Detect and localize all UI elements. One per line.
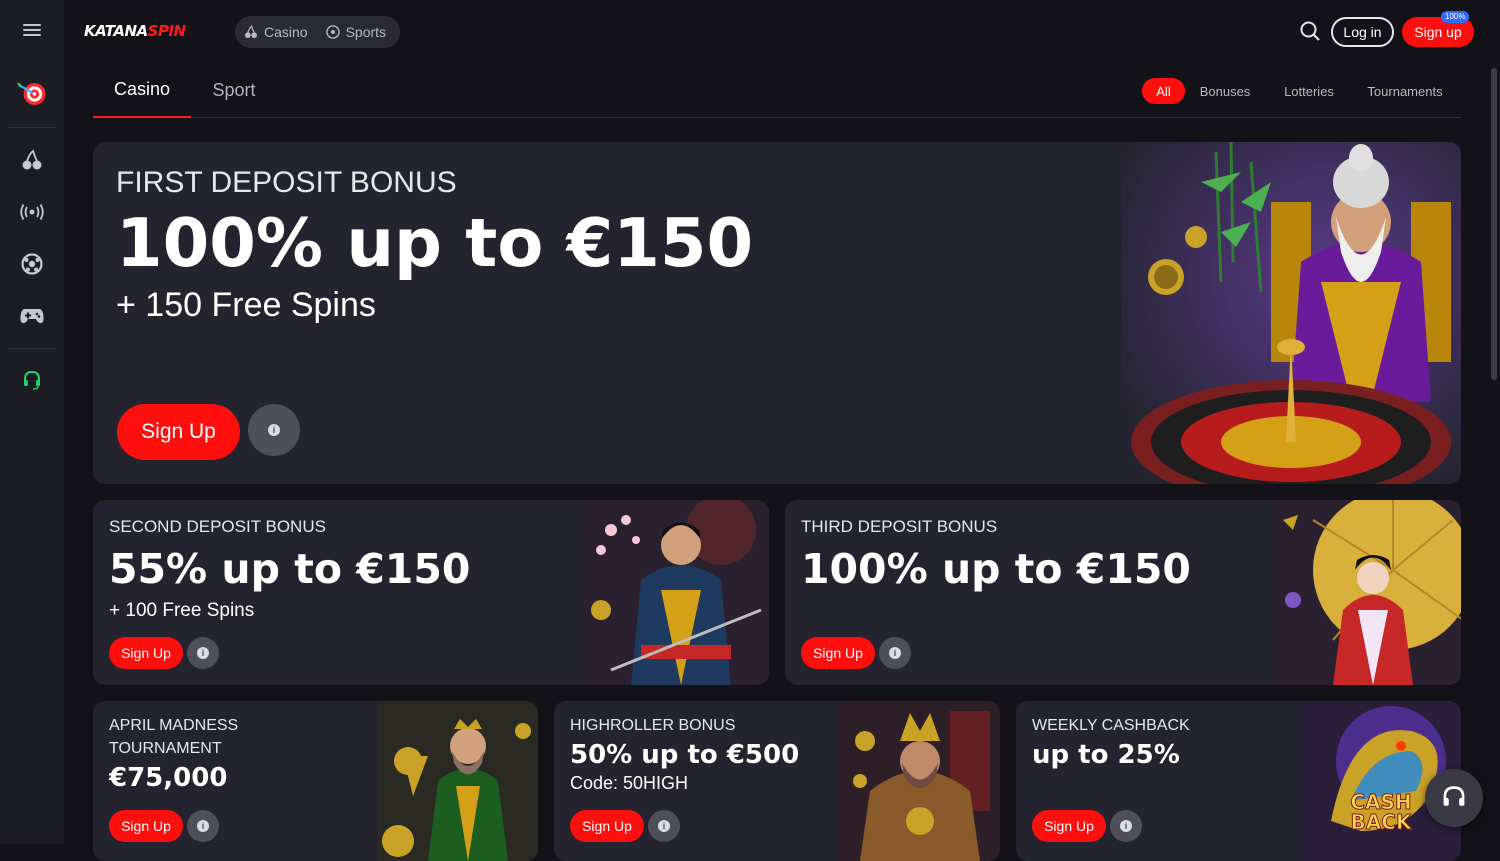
hero-title: FIRST DEPOSIT BONUS [116, 166, 457, 199]
emperor-roulette-art [1121, 142, 1461, 484]
card-title: WEEKLY CASHBACK [1032, 717, 1190, 734]
filter-bonuses[interactable]: Bonuses [1194, 78, 1256, 104]
target-icon[interactable] [16, 78, 48, 110]
info-icon: i [658, 820, 670, 832]
filter-tournaments[interactable]: Tournaments [1361, 78, 1449, 104]
card-title: HIGHROLLER BONUS [570, 717, 736, 734]
sports-switch[interactable]: Sports [317, 16, 395, 48]
signup-badge: 100% [1441, 11, 1470, 23]
card-info-button[interactable]: i [648, 810, 680, 842]
elf-king-art [378, 701, 538, 861]
april-tournament-card: APRIL MADNESS TOURNAMENT €75,000 Sign Up… [93, 701, 538, 861]
second-deposit-card: SECOND DEPOSIT BONUS 55% up to €150 + 10… [93, 500, 769, 685]
headset-icon[interactable] [16, 364, 48, 396]
hero-amount: 100% up to €150 [116, 204, 754, 282]
filter-lotteries[interactable]: Lotteries [1275, 78, 1343, 104]
soccer-ball-icon[interactable] [16, 248, 48, 280]
live-icon[interactable] [16, 196, 48, 228]
card-title-line1: APRIL MADNESS [109, 717, 239, 734]
card-amount: up to 25% [1032, 740, 1180, 770]
card-title-line2: TOURNAMENT [109, 740, 222, 757]
card-amount: €75,000 [109, 763, 228, 793]
info-icon: i [268, 424, 280, 436]
top-bar: KATANASPIN Casino Sports Log in Sign up … [64, 0, 1500, 64]
section-tabs: Casino Sport All Bonuses Lotteries Tourn… [93, 62, 1461, 118]
highroller-bonus-card: HIGHROLLER BONUS 50% up to €500 Code: 50… [554, 701, 1000, 861]
card-code: Code: 50HIGH [570, 773, 689, 793]
info-icon: i [197, 820, 209, 832]
cashback-art-label2: BACK [1351, 810, 1413, 834]
sidebar-divider [8, 127, 56, 128]
headset-icon [1443, 786, 1465, 806]
card-signup-button[interactable]: Sign Up [570, 810, 644, 842]
card-info-button[interactable]: i [187, 637, 219, 669]
card-title: SECOND DEPOSIT BONUS [109, 517, 326, 536]
tab-casino[interactable]: Casino [93, 62, 191, 118]
card-signup-button[interactable]: Sign Up [1032, 810, 1106, 842]
gamepad-icon[interactable] [16, 300, 48, 332]
info-icon: i [197, 647, 209, 659]
samurai-art [581, 500, 769, 685]
sidebar-divider [8, 348, 56, 349]
filter-all[interactable]: All [1142, 78, 1185, 104]
product-switcher: Casino Sports [235, 16, 400, 48]
support-chat-button[interactable] [1425, 769, 1483, 827]
card-signup-button[interactable]: Sign Up [109, 810, 183, 842]
first-deposit-card: FIRST DEPOSIT BONUS 100% up to €150 + 15… [93, 142, 1461, 484]
casino-switch[interactable]: Casino [235, 16, 317, 48]
geisha-umbrella-art [1273, 500, 1461, 685]
card-free-spins: + 100 Free Spins [109, 600, 255, 621]
login-button[interactable]: Log in [1331, 17, 1394, 47]
info-icon: i [889, 647, 901, 659]
card-info-button[interactable]: i [187, 810, 219, 842]
hero-info-button[interactable]: i [248, 404, 300, 456]
menu-icon[interactable] [16, 14, 48, 46]
card-amount: 50% up to €500 [570, 740, 800, 770]
scrollbar[interactable] [1491, 68, 1497, 380]
cherry-icon [244, 25, 258, 39]
card-signup-button[interactable]: Sign Up [801, 637, 875, 669]
weekly-cashback-card: CASH BACK WEEKLY CASHBACK up to 25% Sign… [1016, 701, 1461, 861]
logo[interactable]: KATANASPIN [84, 22, 186, 40]
sports-switch-label: Sports [345, 24, 387, 40]
search-icon[interactable] [1300, 21, 1320, 46]
card-title: THIRD DEPOSIT BONUS [801, 517, 998, 536]
cherry-icon[interactable] [16, 144, 48, 176]
third-deposit-card: THIRD DEPOSIT BONUS 100% up to €150 Sign… [785, 500, 1461, 685]
info-icon: i [1120, 820, 1132, 832]
hero-free-spins: + 150 Free Spins [116, 286, 376, 324]
card-signup-button[interactable]: Sign Up [109, 637, 183, 669]
card-info-button[interactable]: i [1110, 810, 1142, 842]
card-amount: 55% up to €150 [109, 545, 471, 593]
sidebar [0, 0, 64, 844]
card-amount: 100% up to €150 [801, 545, 1191, 593]
casino-switch-label: Casino [264, 24, 308, 40]
soccer-ball-icon [325, 25, 340, 39]
tab-sport[interactable]: Sport [191, 62, 277, 118]
card-info-button[interactable]: i [879, 637, 911, 669]
hero-signup-button[interactable]: Sign Up [117, 404, 240, 460]
warrior-king-art [840, 701, 1000, 861]
